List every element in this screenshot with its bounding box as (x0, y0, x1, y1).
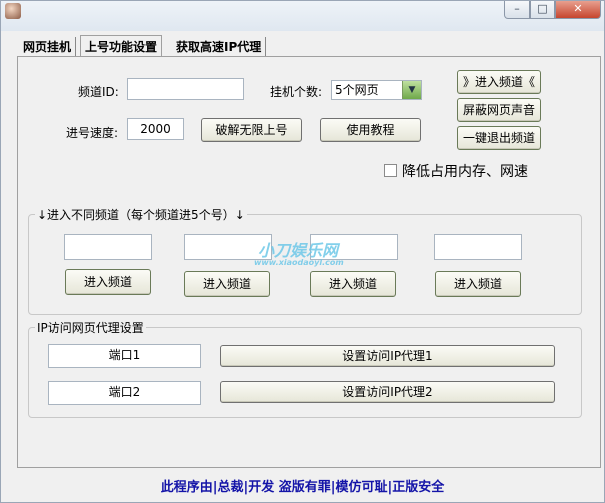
tab-web-hang[interactable]: 网页挂机 (19, 37, 77, 57)
hang-count-select[interactable]: 5个网页 ▼ (331, 80, 422, 100)
channel-id-label: 频道ID: (78, 85, 119, 99)
set-proxy1-button[interactable]: 设置访问IP代理1 (220, 345, 555, 367)
enter-channel-button[interactable]: 》进入频道《 (457, 70, 541, 94)
app-window: – □ ✕ 网页挂机 上号功能设置 获取高速IP代理 频道ID: 挂机个数: 5… (0, 0, 605, 503)
port1-input[interactable]: 端口1 (48, 344, 201, 368)
crack-unlimited-button[interactable]: 破解无限上号 (201, 118, 302, 142)
tab-login-settings[interactable]: 上号功能设置 (80, 35, 163, 57)
reduce-usage-label: 降低占用内存、网速 (402, 164, 528, 180)
port2-input[interactable]: 端口2 (48, 381, 201, 405)
maximize-button[interactable]: □ (530, 1, 555, 19)
exit-all-channels-button[interactable]: 一键退出频道 (457, 126, 541, 150)
speed-input[interactable]: 2000 (127, 118, 184, 140)
mute-web-sound-button[interactable]: 屏蔽网页声音 (457, 98, 541, 122)
tutorial-button[interactable]: 使用教程 (320, 118, 421, 142)
enter-channel-button-3[interactable]: 进入频道 (310, 271, 396, 297)
minimize-button[interactable]: – (504, 1, 530, 19)
multi-channel-title: ↓进入不同频道（每个频道进5个号）↓ (35, 206, 247, 223)
settings-panel: 频道ID: 挂机个数: 5个网页 ▼ 进号速度: 2000 破解无限上号 使用教… (17, 56, 601, 468)
speed-label: 进号速度: (66, 126, 119, 140)
channel-id-input[interactable] (127, 78, 244, 100)
tab-ip-proxy[interactable]: 获取高速IP代理 (172, 37, 267, 57)
footer-notice: 此程序由|总裁|开发 盗版有罪|模仿可耻|正版安全 (160, 480, 445, 495)
enter-channel-button-2[interactable]: 进入频道 (184, 271, 270, 297)
channel-input-1[interactable] (64, 234, 152, 260)
hang-count-label: 挂机个数: (270, 85, 323, 99)
reduce-usage-checkbox[interactable] (384, 164, 397, 177)
proxy-title: IP访问网页代理设置 (35, 319, 146, 336)
close-button[interactable]: ✕ (555, 1, 601, 19)
app-icon (5, 3, 21, 19)
proxy-group: IP访问网页代理设置 端口1 设置访问IP代理1 端口2 设置访问IP代理2 (28, 319, 582, 418)
title-bar[interactable]: – □ ✕ (1, 1, 604, 31)
channel-input-4[interactable] (434, 234, 522, 260)
multi-channel-group: ↓进入不同频道（每个频道进5个号）↓ 进入频道 进入频道 进入频道 进入频道 小… (28, 206, 582, 315)
enter-channel-button-4[interactable]: 进入频道 (435, 271, 521, 297)
hang-count-value: 5个网页 (335, 83, 379, 97)
enter-channel-button-1[interactable]: 进入频道 (65, 269, 151, 295)
chevron-down-icon[interactable]: ▼ (402, 81, 421, 99)
watermark-url: www.xiaodaoyl.com (254, 258, 344, 267)
set-proxy2-button[interactable]: 设置访问IP代理2 (220, 381, 555, 403)
